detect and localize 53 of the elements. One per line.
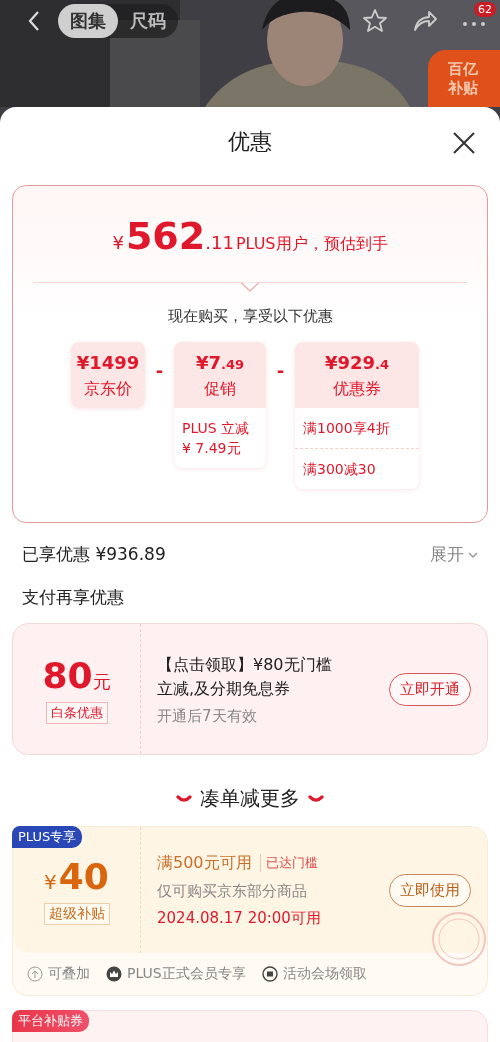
more-icon[interactable] [462,21,486,27]
term-label: 京东价 [83,379,133,400]
feature-label: 活动会场领取 [282,965,367,983]
price-integer: 562 [125,214,206,258]
use-button[interactable]: 立即使用 [389,873,471,907]
back-icon[interactable] [26,9,42,33]
term-amount: ¥1499 [75,352,141,373]
coupon-badge: PLUS专享 [12,826,83,848]
notch-marker [241,282,259,292]
close-icon[interactable] [452,131,476,155]
term-detail: 满300减30 [295,448,419,489]
share-icon[interactable] [412,8,438,34]
price-caption: PLUS用户，预估到手 [235,234,388,255]
stamp-icon [431,911,487,967]
section-title: 凑单减更多 [200,785,300,812]
offer-tag: 白条优惠 [45,701,108,724]
tab[interactable]: 图集 [58,4,118,38]
offer-title: 【点击领取】¥80无门槛立减,及分期免息券 [157,653,333,700]
coupon-badge: 平台补贴券 [12,1010,89,1032]
feature-label: 可叠加 [48,965,90,983]
coupon-time: 2024.08.17 20:00可用 [157,908,322,928]
sheet-title: 优惠 [228,128,272,156]
offer-note: 开通后7天有效 [157,706,258,726]
section-title: 支付再享优惠 [21,586,125,609]
expand-link[interactable]: 展开 [430,543,478,566]
tab[interactable]: 尺码 [118,4,178,38]
chevron-down-icon [468,550,478,559]
offer-amount: 80元 [42,654,111,696]
currency-sign: ¥ [112,232,124,253]
minus-sign: - [275,359,286,381]
crown-icon [106,966,122,982]
stack-icon [27,966,43,982]
price-decimals: .11 [205,232,234,253]
activate-button[interactable]: 立即开通 [389,672,471,706]
term-detail: PLUS 立减 ¥ 7.49元 [181,419,251,458]
savings-label: 已享优惠 ¥936.89 [22,543,166,566]
threshold-status: 已达门槛 [259,854,318,872]
minus-sign: - [154,359,165,381]
coupon-scope: 仅可购买京东部分商品 [157,881,308,901]
term-label: 优惠券 [332,379,382,400]
feature-label: PLUS正式会员专享 [127,965,246,983]
star-icon[interactable] [362,8,388,34]
term-detail: 满1000享4折 [302,419,391,438]
promo-badge: 百亿补贴 [428,50,500,107]
coupon-condition: 满500元可用 [157,852,252,874]
chevron-down-icon [176,793,192,804]
subtitle: 现在购买，享受以下优惠 [166,307,334,326]
term-amount: ¥7.49 [194,352,246,373]
coupon-tag: 超级补贴 [43,902,110,925]
chevron-down-icon [308,793,324,804]
coupon-amount: ¥40 [44,855,109,897]
term-label: 促销 [203,379,237,400]
term-amount: ¥929.4 [323,352,391,373]
